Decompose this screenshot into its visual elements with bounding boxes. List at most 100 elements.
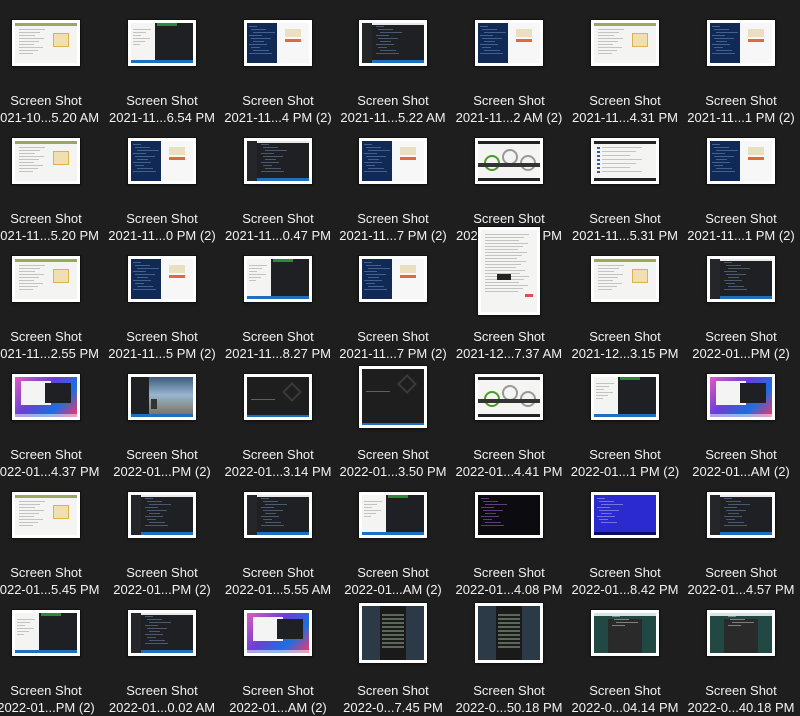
file-thumbnail[interactable]	[244, 610, 312, 656]
form-field	[498, 622, 520, 624]
file-thumbnail[interactable]	[128, 374, 196, 420]
code-line	[133, 289, 156, 290]
file-thumbnail[interactable]	[707, 138, 775, 184]
button	[400, 157, 416, 160]
text-line	[485, 240, 519, 241]
file-thumbnail[interactable]	[591, 138, 659, 184]
status-bar	[15, 650, 77, 653]
thumbnail-image-document-portrait	[481, 230, 537, 312]
text-line	[485, 267, 516, 268]
code-line	[716, 41, 727, 42]
code-line	[368, 159, 379, 160]
file-thumbnail[interactable]	[128, 138, 196, 184]
code-line	[484, 50, 500, 51]
file-thumbnail[interactable]	[591, 610, 659, 656]
file-thumbnail[interactable]	[12, 20, 80, 66]
text-line	[19, 507, 35, 508]
file-thumbnail[interactable]	[591, 20, 659, 66]
file-thumbnail[interactable]	[359, 603, 427, 663]
thumbnail-container	[567, 244, 683, 314]
code-line	[601, 522, 617, 523]
file-thumbnail[interactable]	[12, 138, 80, 184]
code-line	[483, 510, 503, 511]
code-line	[380, 32, 402, 33]
file-item[interactable]: Screen Shot 2022-01...4.57 PM	[683, 480, 799, 598]
file-thumbnail[interactable]	[475, 374, 543, 420]
code-line	[366, 156, 386, 157]
file-thumbnail[interactable]	[707, 374, 775, 420]
file-thumbnail[interactable]	[244, 256, 312, 302]
file-thumbnail[interactable]	[244, 492, 312, 538]
footer-bar	[594, 178, 656, 181]
file-thumbnail[interactable]	[475, 138, 543, 184]
file-thumbnail[interactable]	[707, 610, 775, 656]
thumbnail-image-code-editor	[362, 23, 424, 63]
editor-pane	[155, 23, 193, 63]
file-thumbnail[interactable]	[591, 374, 659, 420]
thumbnail-container	[451, 480, 567, 550]
thumbnail-image-editor-split-light	[594, 377, 656, 417]
file-thumbnail[interactable]	[475, 603, 543, 663]
code-line	[714, 47, 723, 48]
file-item[interactable]: Screen Shot 2022-0...40.18 PM	[683, 598, 799, 716]
thumbnail-container	[104, 598, 220, 668]
text-line	[364, 501, 382, 502]
file-thumbnail[interactable]	[478, 227, 540, 315]
file-thumbnail[interactable]	[128, 610, 196, 656]
file-item[interactable]: Screen Shot 2021-11...1 PM (2)	[683, 126, 799, 244]
file-name-line2: 2022-01...AM (2)	[692, 464, 790, 479]
file-thumbnail[interactable]	[128, 256, 196, 302]
file-thumbnail[interactable]	[475, 492, 543, 538]
file-thumbnail[interactable]	[707, 256, 775, 302]
thumbnail-image-navy-split-light	[131, 141, 193, 181]
code-line	[726, 274, 746, 275]
person	[151, 399, 157, 409]
code-line	[249, 26, 257, 27]
card	[632, 33, 648, 47]
sidebar	[710, 495, 720, 535]
file-item[interactable]: Screen Shot 2021-11...1 PM (2)	[683, 8, 799, 126]
thumbnail-container	[683, 362, 799, 432]
text-line	[364, 507, 372, 508]
text-line	[598, 277, 618, 278]
file-thumbnail[interactable]	[12, 610, 80, 656]
file-thumbnail[interactable]	[12, 256, 80, 302]
road-path	[478, 163, 540, 167]
sidebar	[131, 613, 141, 653]
status-bar	[131, 414, 193, 417]
file-thumbnail[interactable]	[475, 20, 543, 66]
file-item[interactable]: Screen Shot 2022-01...AM (2)	[683, 362, 799, 480]
file-thumbnail[interactable]	[244, 138, 312, 184]
code-line	[265, 513, 276, 514]
file-thumbnail[interactable]	[128, 492, 196, 538]
text-line	[598, 280, 613, 281]
file-thumbnail[interactable]	[128, 20, 196, 66]
file-thumbnail[interactable]	[707, 20, 775, 66]
file-thumbnail[interactable]	[244, 374, 312, 420]
code-line	[728, 268, 750, 269]
code-line	[728, 522, 744, 523]
file-thumbnail[interactable]	[359, 492, 427, 538]
file-icon-grid: Screen Shot 2021-10...5.20 AM Screen Shot 2…	[0, 0, 800, 715]
code-line	[263, 501, 278, 502]
file-thumbnail[interactable]	[12, 374, 80, 420]
file-thumbnail[interactable]	[359, 138, 427, 184]
file-item[interactable]: Screen Shot 2022-01...PM (2)	[683, 244, 799, 362]
file-thumbnail[interactable]	[707, 492, 775, 538]
file-thumbnail[interactable]	[359, 256, 427, 302]
file-thumbnail[interactable]	[359, 20, 427, 66]
file-thumbnail[interactable]	[591, 256, 659, 302]
file-thumbnail[interactable]	[359, 366, 427, 428]
thumbnail-container	[683, 244, 799, 314]
text-line	[19, 168, 38, 169]
file-thumbnail[interactable]	[591, 492, 659, 538]
file-thumbnail[interactable]	[244, 20, 312, 66]
file-thumbnail[interactable]	[12, 492, 80, 538]
code-line	[137, 268, 159, 269]
thumbnail-image-navy-split-light	[247, 23, 309, 63]
file-name-line1: Screen Shot	[705, 447, 777, 462]
top-bar	[157, 23, 177, 26]
code-line	[261, 525, 284, 526]
text-line	[19, 280, 34, 281]
button	[169, 157, 185, 160]
